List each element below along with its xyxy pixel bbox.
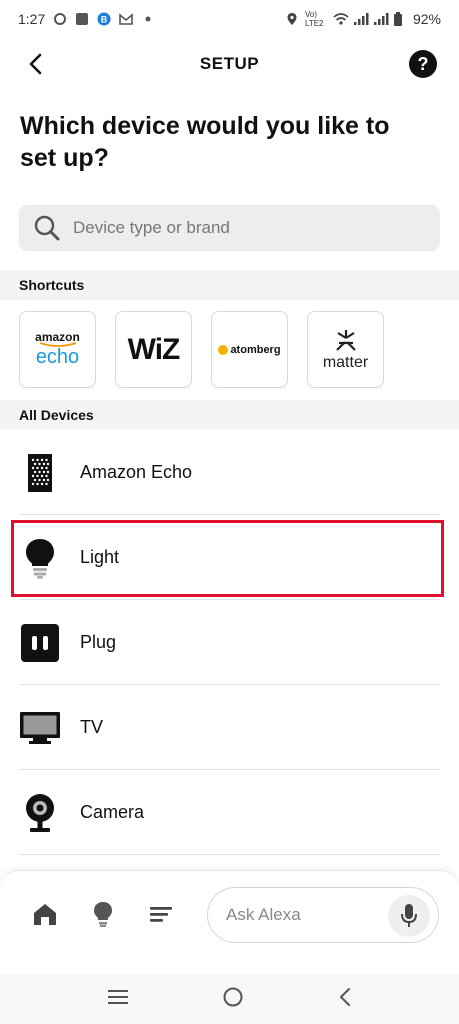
help-icon: ? xyxy=(417,53,429,74)
location-icon xyxy=(285,12,299,26)
battery-percent: 92% xyxy=(412,11,441,27)
bottom-nav: Ask Alexa xyxy=(0,870,459,974)
svg-text:B: B xyxy=(101,15,108,25)
atomberg-logo: atomberg xyxy=(218,343,281,356)
camera-icon xyxy=(19,792,61,834)
wiz-logo: WiZ xyxy=(127,332,181,366)
help-button[interactable]: ? xyxy=(409,50,437,78)
search-icon xyxy=(34,215,60,241)
recent-apps-icon xyxy=(107,989,128,1004)
devices-icon xyxy=(94,902,112,927)
device-list: Amazon Echo Light Plug TV Camera xyxy=(0,430,459,855)
device-label: TV xyxy=(80,717,104,737)
all-devices-header: All Devices xyxy=(0,400,459,430)
device-item-light[interactable]: Light xyxy=(0,515,459,600)
dot-icon xyxy=(141,12,155,26)
device-label: Light xyxy=(80,547,120,567)
ask-alexa-box[interactable]: Ask Alexa xyxy=(207,887,439,943)
atomberg-dot-icon xyxy=(218,344,229,355)
page-title: SETUP xyxy=(199,54,260,73)
wifi-icon xyxy=(333,12,349,26)
home-icon xyxy=(34,904,56,925)
status-time: 1:27 xyxy=(18,11,46,27)
device-label: Plug xyxy=(80,632,117,652)
nav-devices-button[interactable] xyxy=(88,899,118,929)
signal-icon-2 xyxy=(373,12,389,26)
search-input[interactable] xyxy=(73,218,413,238)
shortcuts-row: amazon echo WiZ atomberg matter xyxy=(19,311,384,388)
home-system-button[interactable] xyxy=(222,986,244,1013)
system-back-button[interactable] xyxy=(337,987,353,1012)
setup-question: Which device would you like to set up? xyxy=(20,112,390,172)
b-badge-icon: B xyxy=(97,12,111,26)
device-item-tv[interactable]: TV xyxy=(0,685,459,770)
back-button[interactable] xyxy=(22,50,50,78)
system-nav-bar xyxy=(0,974,459,1024)
device-item-camera[interactable]: Camera xyxy=(0,770,459,855)
ask-alexa-placeholder: Ask Alexa xyxy=(226,905,301,924)
nav-more-button[interactable] xyxy=(146,899,176,929)
nav-home-button[interactable] xyxy=(30,899,60,929)
network-label: Vo) LTE2 xyxy=(304,10,324,28)
divider xyxy=(19,854,440,855)
home-circle-icon xyxy=(223,987,242,1006)
gmail-icon xyxy=(119,12,134,26)
tv-icon xyxy=(19,707,61,749)
app-notification-icon xyxy=(75,12,89,26)
shortcut-wiz[interactable]: WiZ xyxy=(115,311,192,388)
shortcut-atomberg[interactable]: atomberg xyxy=(211,311,288,388)
bulb-icon xyxy=(19,537,61,579)
plug-icon xyxy=(19,622,61,664)
mic-button[interactable] xyxy=(388,895,430,937)
shortcut-matter[interactable]: matter xyxy=(307,311,384,388)
recent-apps-button[interactable] xyxy=(107,988,129,1011)
mic-icon xyxy=(401,904,417,927)
signal-icon xyxy=(353,12,369,26)
battery-icon xyxy=(393,12,407,26)
device-item-plug[interactable]: Plug xyxy=(0,600,459,685)
device-label: Camera xyxy=(80,802,145,822)
status-bar: 1:27 B Vo) LTE2 92% xyxy=(0,0,459,38)
back-arrow-icon xyxy=(339,987,350,1006)
matter-logo-icon xyxy=(335,329,356,351)
atomberg-label: atomberg xyxy=(230,343,281,356)
search-box[interactable] xyxy=(19,205,440,251)
shortcuts-header: Shortcuts xyxy=(0,270,459,300)
echo-brand-line: echo xyxy=(35,346,80,368)
chevron-left-icon xyxy=(29,53,42,75)
device-item-amazon-echo[interactable]: Amazon Echo xyxy=(0,430,459,515)
notification-icon xyxy=(53,12,67,26)
speaker-icon xyxy=(19,452,61,494)
matter-label: matter xyxy=(322,353,369,371)
device-label: Amazon Echo xyxy=(80,462,193,482)
header: SETUP ? xyxy=(0,38,459,90)
more-menu-icon xyxy=(150,907,172,922)
shortcut-amazon-echo[interactable]: amazon echo xyxy=(19,311,96,388)
